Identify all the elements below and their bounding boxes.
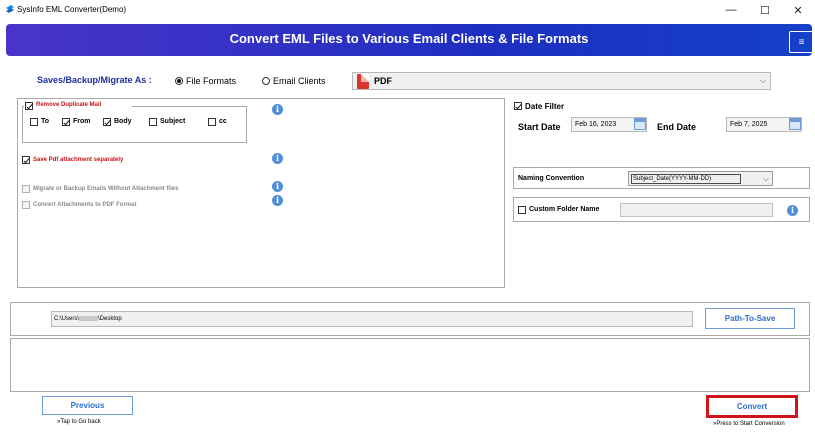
start-date-value: Feb 16, 2023 [575,121,617,128]
path-input[interactable]: C:\Users\ \Desktop [51,311,693,327]
remove-duplicate-label: Remove Duplicate Mail [36,102,102,108]
path-to-save-button[interactable]: Path-To-Save [705,308,795,329]
field-subject[interactable]: Subject [149,117,193,127]
info-icon[interactable]: i [272,195,283,206]
chevron-down-icon: ⌵ [759,76,766,85]
maximize-button[interactable]: ☐ [748,0,782,20]
info-icon[interactable]: i [787,205,798,216]
custom-folder-checkbox[interactable] [518,206,526,214]
app-icon [6,5,14,13]
radio-email-clients-label: Email Clients [273,76,326,86]
window-title: SysInfo EML Converter(Demo) [17,5,127,14]
path-value-prefix: C:\Users\ [54,316,80,323]
field-body[interactable]: Body [103,117,139,127]
field-body-checkbox[interactable] [103,118,111,126]
redacted-username [79,316,99,321]
date-filter-label: Date Filter [525,102,565,111]
migrate-without-attachment-row[interactable]: Migrate or Backup Emails Without Attachm… [22,184,202,194]
title-bar: SysInfo EML Converter(Demo) — ☐ ✕ [0,0,815,22]
save-pdf-attachment-row[interactable]: Save Pdf attachment separately [22,155,152,165]
log-area [10,338,810,392]
custom-folder-input[interactable] [620,203,773,217]
radio-email-clients-dot[interactable] [262,77,270,85]
radio-file-formats-dot[interactable] [175,77,183,85]
remove-duplicate-row[interactable]: Remove Duplicate Mail [24,101,132,111]
chevron-down-icon: ⌵ [762,174,769,183]
naming-convention-select[interactable]: Subject_Date(YYYY-MM-DD) ⌵ [628,171,773,186]
previous-hint: »Tap to Go back [57,419,101,425]
format-select[interactable]: PDF ⌵ [352,72,771,90]
remove-duplicate-checkbox[interactable] [25,102,33,110]
calendar-icon[interactable] [634,118,646,130]
end-date-label: End Date [657,122,697,132]
field-subject-label: Subject [160,118,186,125]
field-from-checkbox[interactable] [62,118,70,126]
hamburger-icon: ≡ [798,36,805,48]
menu-button[interactable]: ≡ [789,31,814,53]
minimize-button[interactable]: — [714,0,748,20]
field-body-label: Body [114,118,132,125]
convert-attachments-pdf-label: Convert Attachments to PDF Format [33,202,137,208]
save-pdf-attachment-label: Save Pdf attachment separately [33,157,124,163]
radio-file-formats[interactable]: File Formats [175,76,255,88]
info-icon[interactable]: i [272,104,283,115]
info-icon[interactable]: i [272,153,283,164]
field-from-label: From [73,118,91,125]
field-to-checkbox[interactable] [30,118,38,126]
info-icon[interactable]: i [272,181,283,192]
header-banner: Convert EML Files to Various Email Clien… [6,24,814,56]
radio-file-formats-label: File Formats [186,76,237,86]
date-filter-checkbox[interactable] [514,102,522,110]
radio-email-clients[interactable]: Email Clients [262,76,342,88]
convert-attachments-pdf-row[interactable]: Convert Attachments to PDF Format [22,200,162,210]
migrate-without-attachment-checkbox[interactable] [22,185,30,193]
start-date-label: Start Date [518,122,561,132]
save-as-label: Saves/Backup/Migrate As : [37,75,152,85]
path-value-suffix: \Desktop [98,316,122,323]
field-from[interactable]: From [62,117,98,127]
calendar-icon[interactable] [789,118,801,130]
previous-button[interactable]: Previous [42,396,133,415]
end-date-value: Feb 7, 2025 [730,121,768,128]
convert-button[interactable]: Convert [709,398,795,415]
convert-hint: »Press to Start Conversion [713,421,785,427]
field-cc-checkbox[interactable] [208,118,216,126]
custom-folder-label: Custom Folder Name [529,206,600,213]
pdf-icon [357,74,369,89]
close-button[interactable]: ✕ [781,0,815,20]
field-to[interactable]: To [30,117,60,127]
format-select-value: PDF [374,76,392,86]
date-filter-row[interactable]: Date Filter [514,101,574,112]
save-pdf-attachment-checkbox[interactable] [22,156,30,164]
field-cc[interactable]: cc [208,117,234,127]
custom-folder-row[interactable]: Custom Folder Name [518,205,608,215]
migrate-without-attachment-label: Migrate or Backup Emails Without Attachm… [33,186,179,192]
field-subject-checkbox[interactable] [149,118,157,126]
naming-convention-label: Naming Convention [518,175,585,182]
naming-convention-value: Subject_Date(YYYY-MM-DD) [631,174,741,184]
field-to-label: To [41,118,50,125]
convert-attachments-pdf-checkbox[interactable] [22,201,30,209]
banner-headline: Convert EML Files to Various Email Clien… [229,31,589,46]
field-cc-label: cc [219,118,227,125]
